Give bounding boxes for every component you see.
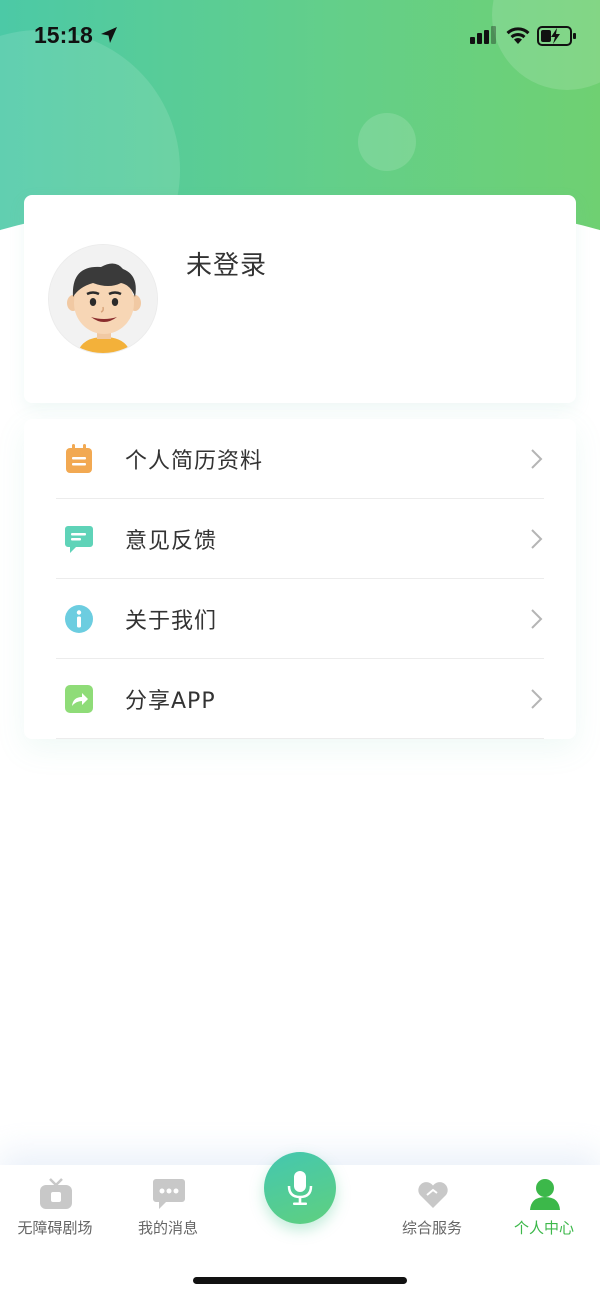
- person-icon: [530, 1179, 560, 1210]
- tab-accessible-theater[interactable]: 无障碍剧场: [0, 1165, 110, 1245]
- status-bar: 15:18: [0, 0, 600, 72]
- profile-card[interactable]: 未登录: [24, 195, 576, 403]
- menu-item-label: 意见反馈: [125, 529, 218, 554]
- chevron-right-icon: [531, 529, 543, 549]
- menu-card: 个人简历资料 意见反馈 关于我们 分享APP: [24, 419, 576, 739]
- tab-label: 综合服务: [401, 1219, 462, 1237]
- tv-icon: [40, 1178, 72, 1209]
- tab-my-messages[interactable]: 我的消息: [113, 1165, 223, 1245]
- cartoon-avatar-icon: [49, 245, 157, 353]
- battery-charging-icon: [537, 26, 576, 46]
- wifi-icon: [506, 27, 530, 44]
- tab-label: 我的消息: [137, 1219, 198, 1237]
- chevron-right-icon: [531, 609, 543, 629]
- tab-personal-center[interactable]: 个人中心: [489, 1165, 599, 1245]
- signal-icon: [470, 26, 496, 44]
- decor-bubble: [358, 113, 416, 171]
- tab-comprehensive-services[interactable]: 综合服务: [377, 1165, 487, 1245]
- voice-button[interactable]: [264, 1152, 336, 1224]
- menu-item-resume[interactable]: 个人简历资料: [56, 419, 544, 499]
- menu-item-label: 关于我们: [125, 609, 218, 634]
- microphone-icon: [287, 1171, 313, 1205]
- login-status[interactable]: 未登录: [186, 245, 267, 282]
- heart-icon: [418, 1182, 448, 1208]
- feedback-chat-icon: [65, 526, 93, 553]
- menu-item-feedback[interactable]: 意见反馈: [56, 499, 544, 579]
- resume-notebook-icon: [66, 444, 92, 473]
- tab-label: 无障碍剧场: [17, 1219, 93, 1237]
- message-bubble-icon: [153, 1179, 185, 1209]
- menu-item-share-app[interactable]: 分享APP: [56, 659, 544, 739]
- status-time: 15:18: [34, 22, 93, 48]
- chevron-right-icon: [531, 689, 543, 709]
- menu-item-label: 分享APP: [125, 689, 216, 714]
- chevron-right-icon: [531, 449, 543, 469]
- info-icon: [65, 605, 93, 633]
- home-indicator: [193, 1277, 407, 1284]
- menu-item-label: 个人简历资料: [125, 449, 264, 474]
- share-icon: [65, 685, 93, 713]
- avatar[interactable]: [48, 244, 158, 354]
- location-arrow-icon: [101, 27, 117, 43]
- menu-item-about-us[interactable]: 关于我们: [56, 579, 544, 659]
- tab-label: 个人中心: [513, 1219, 574, 1237]
- tab-bar: 无障碍剧场 我的消息 综合服务 个人中心: [0, 1152, 600, 1299]
